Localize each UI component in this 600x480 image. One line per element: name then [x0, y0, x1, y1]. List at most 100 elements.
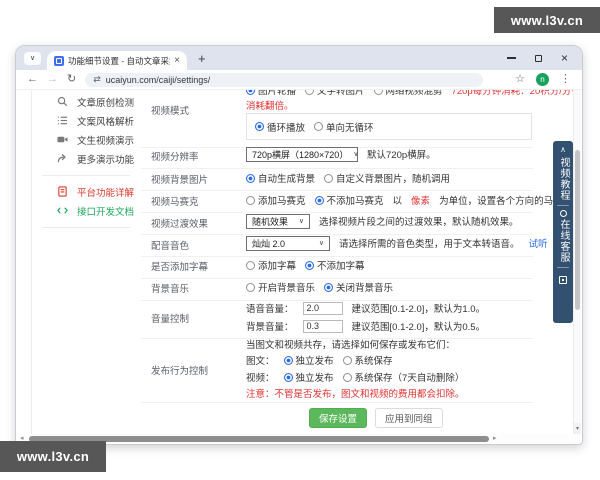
search-icon: [57, 96, 68, 107]
radio-option[interactable]: 关闭背景音乐: [324, 280, 393, 294]
browser-tab[interactable]: 功能细节设置 - 自动文章采集… ×: [47, 51, 187, 70]
radio-checked-icon: [305, 260, 315, 270]
radio-label: 独立发布: [295, 373, 334, 384]
radio-option[interactable]: 添加字幕: [246, 258, 296, 272]
bgm-volume-note: 建议范围[0.1-2.0]，默认为0.5。: [351, 322, 486, 333]
radio-option[interactable]: 单向无循环: [314, 120, 374, 134]
radio-checked-icon: [246, 173, 255, 183]
radio-option[interactable]: 网络视频混剪: [373, 90, 443, 97]
site-settings-icon[interactable]: ⇄: [93, 74, 101, 85]
scroll-down-arrow-icon[interactable]: ▾: [574, 423, 581, 434]
field-label-video-mode: 视频模式: [151, 106, 190, 117]
divider: [141, 212, 533, 213]
url-bar[interactable]: ⇄ ucaiyun.com/caiji/settings/: [85, 72, 484, 87]
window-minimize-button[interactable]: [506, 57, 516, 59]
radio-label: 系统保存: [354, 356, 393, 367]
window-controls: ×: [506, 52, 568, 64]
voice-row: 灿灿 2.0 ∨ 请选择所需的音色类型，用于文本转语音。 试听: [246, 235, 548, 251]
profile-avatar[interactable]: n: [536, 73, 549, 86]
sidebar-item-label: 文章原创检测: [77, 97, 135, 109]
list-icon: [57, 116, 68, 125]
window-maximize-button[interactable]: [534, 54, 542, 62]
reload-icon[interactable]: ↻: [67, 74, 76, 85]
divider: [141, 190, 533, 191]
resolution-select[interactable]: 720p横屏（1280×720） ∨: [246, 146, 358, 162]
radio-label: 独立发布: [295, 356, 334, 367]
select-value: 720p横屏（1280×720）: [252, 149, 349, 160]
radio-option[interactable]: 独立发布: [283, 353, 334, 367]
video-icon: [57, 136, 68, 143]
divider: [141, 256, 533, 257]
radio-label: 网络视频混剪: [385, 90, 443, 97]
customer-service-icon: [559, 210, 567, 217]
radio-label: 文字转图片: [317, 90, 365, 97]
publish-image-name: 图文：: [246, 356, 275, 367]
sidebar-item-more-demos[interactable]: 更多演示功能: [57, 152, 134, 166]
voice-select[interactable]: 灿灿 2.0 ∨: [246, 235, 330, 251]
radio-option[interactable]: 图片轮播: [246, 90, 296, 97]
qr-code-icon[interactable]: [559, 276, 567, 284]
chevron-down-icon: ∨: [318, 240, 324, 247]
radio-option[interactable]: 循环播放: [255, 120, 305, 134]
sidebar-item-originality-check[interactable]: 文章原创检测: [57, 95, 135, 109]
video-mode-options-row: 图片轮播 文字转图片 网络视频混剪 720p每分钟消耗：20积分/分钟，1080…: [246, 90, 581, 97]
mosaic-note-prefix: 以: [392, 196, 403, 207]
sidebar-item-platform-features[interactable]: 平台功能详解: [57, 185, 134, 199]
scroll-right-arrow-icon[interactable]: ▸: [493, 434, 497, 443]
back-icon[interactable]: ←: [27, 74, 38, 85]
radio-option[interactable]: 文字转图片: [305, 90, 365, 97]
radio-option[interactable]: 不添加字幕: [305, 258, 365, 272]
sidebar-item-text-to-video-demo[interactable]: 文生视频演示: [57, 133, 134, 147]
collapse-up-icon[interactable]: ∧: [560, 146, 566, 154]
publish-image-row: 图文： 独立发布 系统保存: [246, 353, 393, 367]
radio-label: 关闭背景音乐: [336, 283, 394, 294]
code-icon: [57, 207, 68, 214]
radio-option[interactable]: 独立发布: [283, 370, 334, 384]
browser-menu-icon[interactable]: ⋮: [560, 74, 571, 85]
radio-label: 不添加字幕: [317, 261, 365, 272]
field-label-bg-image: 视频背景图片: [151, 175, 209, 186]
window-close-button[interactable]: ×: [561, 52, 568, 64]
tab-close-icon[interactable]: ×: [174, 55, 180, 66]
sidebar-item-style-analysis[interactable]: 文案风格解析: [57, 114, 134, 128]
toolbar-right: ☆ n ⋮: [515, 73, 571, 86]
transition-select[interactable]: 随机效果 ∨: [246, 213, 310, 229]
radio-icon: [324, 173, 334, 183]
radio-label: 添加字幕: [258, 261, 297, 272]
page-content: 文章原创检测 文案风格解析 文生视频演示 更多演示功能 平台功能详解 接口开发文…: [17, 90, 581, 434]
voice-listen-link[interactable]: 试听: [529, 236, 548, 250]
radio-option[interactable]: 系统保存: [342, 353, 393, 367]
apply-to-group-button[interactable]: 应用到同组: [375, 408, 443, 428]
video-tutorial-button[interactable]: 视频教程: [558, 157, 569, 201]
browser-toolbar: ← → ↻ ⇄ ucaiyun.com/caiji/settings/ ☆ n …: [16, 70, 582, 90]
radio-checked-icon: [283, 355, 293, 365]
sidebar-item-api-docs[interactable]: 接口开发文档: [57, 204, 134, 218]
radio-option[interactable]: 开启背景音乐: [246, 280, 315, 294]
radio-label: 开启背景音乐: [258, 283, 316, 294]
voice-volume-row: 语音音量： 建议范围[0.1-2.0]，默认为1.0。: [246, 301, 485, 315]
select-value: 随机效果: [252, 216, 289, 227]
helper-widget: ∧ 视频教程 在线客服: [553, 141, 573, 323]
forward-icon[interactable]: →: [47, 74, 58, 85]
bgm-volume-input[interactable]: [302, 319, 343, 333]
bgm-row: 开启背景音乐 关闭背景音乐: [246, 280, 393, 294]
radio-option[interactable]: 添加马赛克: [246, 193, 306, 207]
bookmark-star-icon[interactable]: ☆: [515, 74, 525, 85]
vertical-scrollbar-thumb[interactable]: [575, 150, 580, 310]
radio-checked-icon: [314, 195, 324, 205]
voice-volume-input[interactable]: [302, 301, 343, 315]
divider: [31, 90, 32, 434]
radio-icon: [342, 372, 352, 382]
radio-option[interactable]: 系统保存（7天自动删除）: [342, 370, 464, 384]
online-support-button[interactable]: 在线客服: [558, 219, 569, 263]
radio-option[interactable]: 不添加马赛克: [314, 193, 384, 207]
radio-option[interactable]: 自定义背景图片，随机调用: [324, 171, 450, 185]
save-settings-button[interactable]: 保存设置: [309, 408, 368, 428]
vertical-scrollbar[interactable]: ▾: [573, 90, 581, 434]
tab-search-chevron-icon[interactable]: ∨: [24, 51, 41, 65]
tab-favicon-icon: [54, 55, 64, 66]
radio-option[interactable]: 自动生成背景: [246, 171, 315, 185]
new-tab-button[interactable]: +: [198, 51, 206, 66]
loop-options-box: 循环播放 单向无循环: [246, 113, 532, 140]
transition-row: 随机效果 ∨ 选择视频片段之间的过渡效果，默认随机效果。: [246, 213, 519, 229]
